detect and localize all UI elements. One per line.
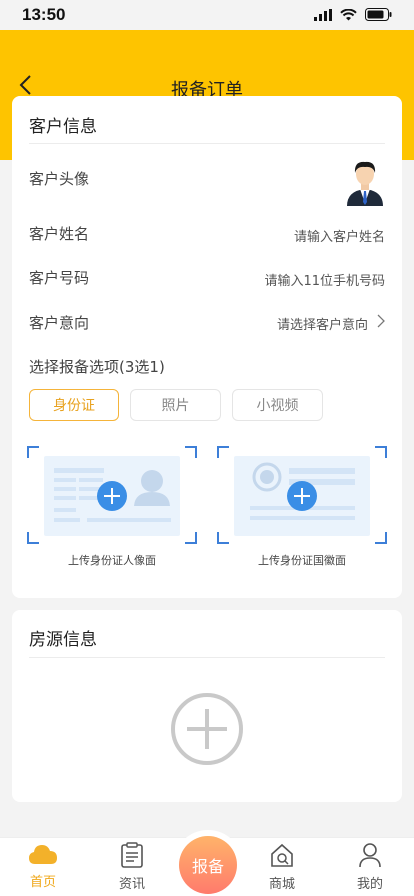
customer-section-title: 客户信息: [29, 117, 97, 137]
report-button[interactable]: 报备: [179, 836, 237, 894]
upload-back-caption: 上传身份证国徽面: [258, 554, 346, 567]
status-bar: 13:50: [0, 0, 414, 30]
user-icon: [359, 843, 381, 868]
tab-mall-label: 商城: [268, 877, 295, 892]
chevron-right-icon[interactable]: [375, 314, 387, 328]
name-input[interactable]: 请输入客户姓名: [294, 226, 385, 245]
tab-home-label: 首页: [29, 875, 56, 890]
avatar-label: 客户头像: [29, 170, 90, 188]
tab-mine-label: 我的: [356, 877, 383, 892]
section-divider: [29, 657, 385, 658]
customer-info-card: 客户信息 客户头像 客户姓名 请输入客户姓名 客户号码 请输入11位手机号码 客…: [12, 96, 402, 598]
property-info-card: 房源信息: [12, 610, 402, 802]
battery-icon: [365, 8, 392, 21]
clipboard-icon: [121, 842, 143, 868]
cloud-icon: [29, 845, 57, 864]
property-section-title: 房源信息: [29, 630, 97, 650]
upload-id-back[interactable]: [217, 446, 387, 544]
name-label: 客户姓名: [29, 225, 90, 243]
upload-front-caption: 上传身份证人像面: [68, 554, 156, 567]
intent-select[interactable]: 请选择客户意向: [277, 314, 368, 333]
wifi-icon: [340, 8, 357, 20]
intent-label: 客户意向: [29, 314, 90, 332]
option-id-card[interactable]: 身份证: [29, 389, 119, 421]
phone-input[interactable]: 请输入11位手机号码: [264, 270, 385, 289]
phone-label: 客户号码: [29, 269, 90, 287]
upload-id-front[interactable]: [27, 446, 197, 544]
options-title: 选择报备选项(3选1): [29, 358, 165, 376]
tab-news[interactable]: 资讯: [102, 842, 162, 892]
customer-avatar[interactable]: [345, 158, 385, 206]
signal-icon: [314, 8, 332, 21]
option-video[interactable]: 小视频: [232, 389, 323, 421]
tab-home[interactable]: 首页: [13, 842, 73, 890]
tab-mall[interactable]: 商城: [252, 842, 312, 892]
status-time: 13:50: [22, 5, 66, 24]
id-front-illustration: [44, 456, 180, 536]
tab-mine[interactable]: 我的: [340, 842, 400, 892]
option-photo[interactable]: 照片: [130, 389, 221, 421]
add-property-icon[interactable]: [170, 692, 244, 766]
report-button-label: 报备: [191, 857, 224, 876]
tab-news-label: 资讯: [118, 877, 145, 892]
id-back-illustration: [234, 456, 370, 536]
section-divider: [29, 143, 385, 144]
status-icons: [314, 8, 392, 21]
store-icon: [271, 843, 293, 867]
